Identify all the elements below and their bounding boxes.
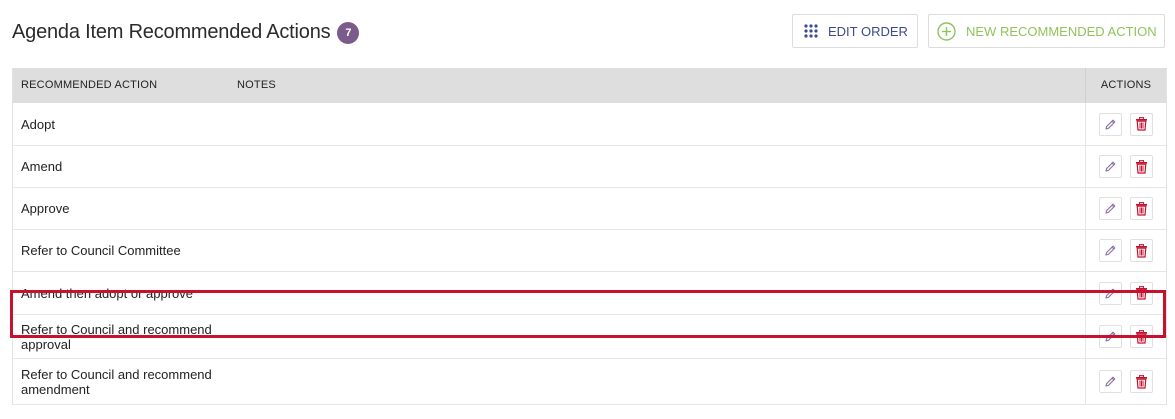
delete-button[interactable] [1130, 325, 1153, 348]
grid-dots-icon [804, 24, 818, 38]
delete-button[interactable] [1130, 197, 1153, 220]
column-header-notes[interactable]: NOTES [237, 68, 276, 103]
row-actions [1085, 315, 1166, 358]
edit-button[interactable] [1099, 325, 1122, 348]
pencil-icon [1104, 118, 1117, 131]
new-recommended-action-button[interactable]: NEW RECOMMENDED ACTION [928, 14, 1165, 48]
edit-button[interactable] [1099, 239, 1122, 262]
table-row[interactable]: Refer to Council and recommend approval [13, 315, 1166, 359]
new-recommended-action-label: NEW RECOMMENDED ACTION [966, 23, 1157, 39]
recommended-actions-table: RECOMMENDED ACTION NOTES ACTIONS Adopt Am… [12, 68, 1167, 405]
pencil-icon [1104, 287, 1117, 300]
title-wrap: Agenda Item Recommended Actions 7 [12, 21, 360, 44]
column-header-recommended-action[interactable]: RECOMMENDED ACTION [21, 68, 157, 103]
recommended-action-cell: Amend then adopt or approve [21, 286, 194, 301]
recommended-action-cell: Refer to Council and recommend amendment [21, 367, 212, 397]
edit-order-label: EDIT ORDER [828, 23, 908, 39]
recommended-action-cell: Approve [21, 201, 70, 216]
trash-icon [1135, 374, 1148, 389]
delete-button[interactable] [1130, 281, 1153, 305]
count-badge: 7 [337, 21, 360, 44]
trash-icon [1135, 117, 1148, 131]
page-header: Agenda Item Recommended Actions 7 EDIT O… [12, 0, 1165, 68]
edit-button[interactable] [1099, 155, 1122, 178]
table-row[interactable]: Refer to Council Committee [13, 230, 1166, 272]
recommended-action-cell: Refer to Council Committee [21, 243, 181, 258]
table-body: Adopt Amend Approve Refer to Council Commit… [13, 103, 1166, 405]
table-row[interactable]: Refer to Council and recommend amendment [13, 359, 1166, 405]
row-actions [1085, 188, 1166, 229]
trash-icon [1135, 159, 1148, 174]
table-row[interactable]: Approve [13, 188, 1166, 230]
pencil-icon [1104, 160, 1117, 173]
trash-icon [1135, 243, 1148, 258]
edit-order-button[interactable]: EDIT ORDER [792, 14, 918, 48]
trash-icon [1135, 201, 1148, 216]
recommended-actions-page: Agenda Item Recommended Actions 7 EDIT O… [10, 0, 1167, 405]
table-row[interactable]: Amend then adopt or approve [13, 272, 1166, 315]
trash-icon [1135, 329, 1148, 344]
pencil-icon [1104, 375, 1117, 388]
plus-circle-icon [937, 21, 956, 41]
pencil-icon [1104, 330, 1117, 343]
edit-button[interactable] [1099, 112, 1122, 136]
delete-button[interactable] [1130, 155, 1153, 178]
row-actions [1085, 272, 1166, 314]
table-header: RECOMMENDED ACTION NOTES ACTIONS [13, 68, 1166, 103]
table-row[interactable]: Adopt [13, 103, 1166, 146]
row-actions [1085, 230, 1166, 271]
pencil-icon [1104, 202, 1117, 215]
row-actions [1085, 103, 1166, 145]
page-title: Agenda Item Recommended Actions [12, 21, 331, 43]
recommended-action-cell: Amend [21, 159, 63, 174]
edit-button[interactable] [1099, 370, 1122, 393]
trash-icon [1135, 286, 1148, 300]
delete-button[interactable] [1130, 370, 1153, 393]
recommended-action-cell: Adopt [21, 117, 55, 132]
recommended-action-cell: Refer to Council and recommend approval [21, 322, 212, 352]
delete-button[interactable] [1130, 239, 1153, 262]
row-actions [1085, 146, 1166, 187]
table-row[interactable]: Amend [13, 146, 1166, 188]
column-header-actions: ACTIONS [1085, 68, 1166, 103]
pencil-icon [1104, 244, 1117, 257]
edit-button[interactable] [1099, 197, 1122, 220]
row-actions [1085, 359, 1166, 404]
delete-button[interactable] [1130, 112, 1153, 136]
edit-button[interactable] [1099, 281, 1122, 305]
